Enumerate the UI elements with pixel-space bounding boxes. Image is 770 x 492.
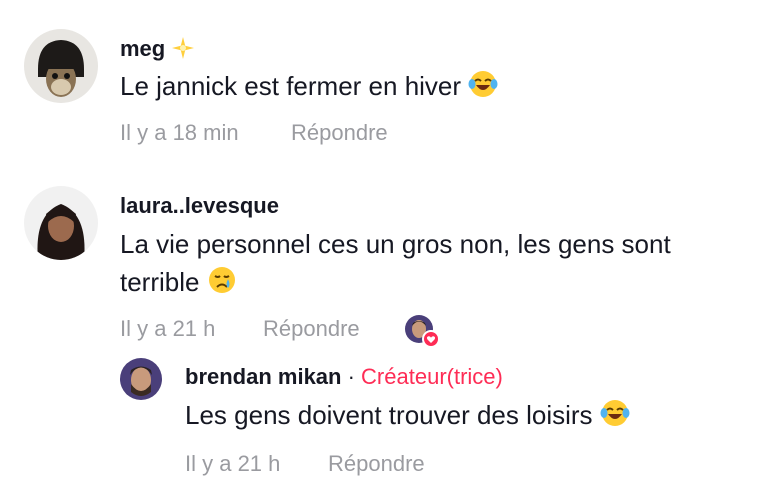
avatar[interactable]: [120, 358, 162, 400]
reply-button[interactable]: Répondre: [263, 316, 360, 342]
reply-button[interactable]: Répondre: [291, 120, 388, 146]
comment-text: Le jannick est fermer en hiver: [120, 67, 498, 109]
reply-timestamp: Il y a 21 h: [185, 451, 281, 476]
creator-badge: Créateur(trice): [361, 364, 503, 389]
avatar[interactable]: [24, 29, 98, 103]
comment-timestamp: Il y a 21 h: [120, 316, 216, 341]
comment-username[interactable]: meg: [120, 36, 195, 66]
comment-text: La vie personnel ces un gros non, les ge…: [120, 225, 760, 305]
reply-button[interactable]: Répondre: [328, 451, 425, 477]
creator-liked-heart-icon: [404, 314, 440, 348]
crying-face-emoji: [207, 265, 237, 305]
avatar[interactable]: [24, 186, 98, 260]
comment-timestamp: Il y a 18 min: [120, 120, 239, 145]
star-sparkle-icon: [171, 36, 195, 66]
reply-text: Les gens doivent trouver des loisirs: [185, 396, 630, 438]
laughing-tears-emoji: [468, 69, 498, 109]
laughing-tears-emoji: [600, 398, 630, 438]
comment-username[interactable]: laura..levesque: [120, 193, 279, 219]
reply-username[interactable]: brendan mikan · Créateur(trice): [185, 364, 503, 390]
